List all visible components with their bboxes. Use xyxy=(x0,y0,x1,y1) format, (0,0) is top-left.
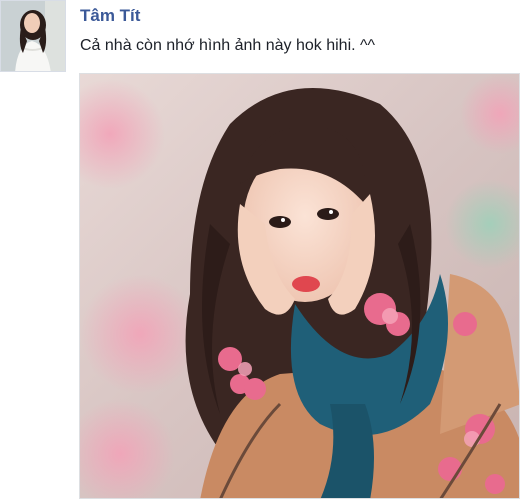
avatar[interactable] xyxy=(0,0,66,72)
post-photo-image xyxy=(80,74,519,498)
avatar-image xyxy=(1,1,65,71)
author-name-link[interactable]: Tâm Tít xyxy=(80,6,140,26)
post-message: Cả nhà còn nhớ hình ảnh này hok hihi. ^^ xyxy=(80,37,376,54)
post-photo[interactable] xyxy=(79,73,520,499)
facebook-post: Tâm Tít Cả nhà còn nhớ hình ảnh này hok … xyxy=(0,0,522,500)
